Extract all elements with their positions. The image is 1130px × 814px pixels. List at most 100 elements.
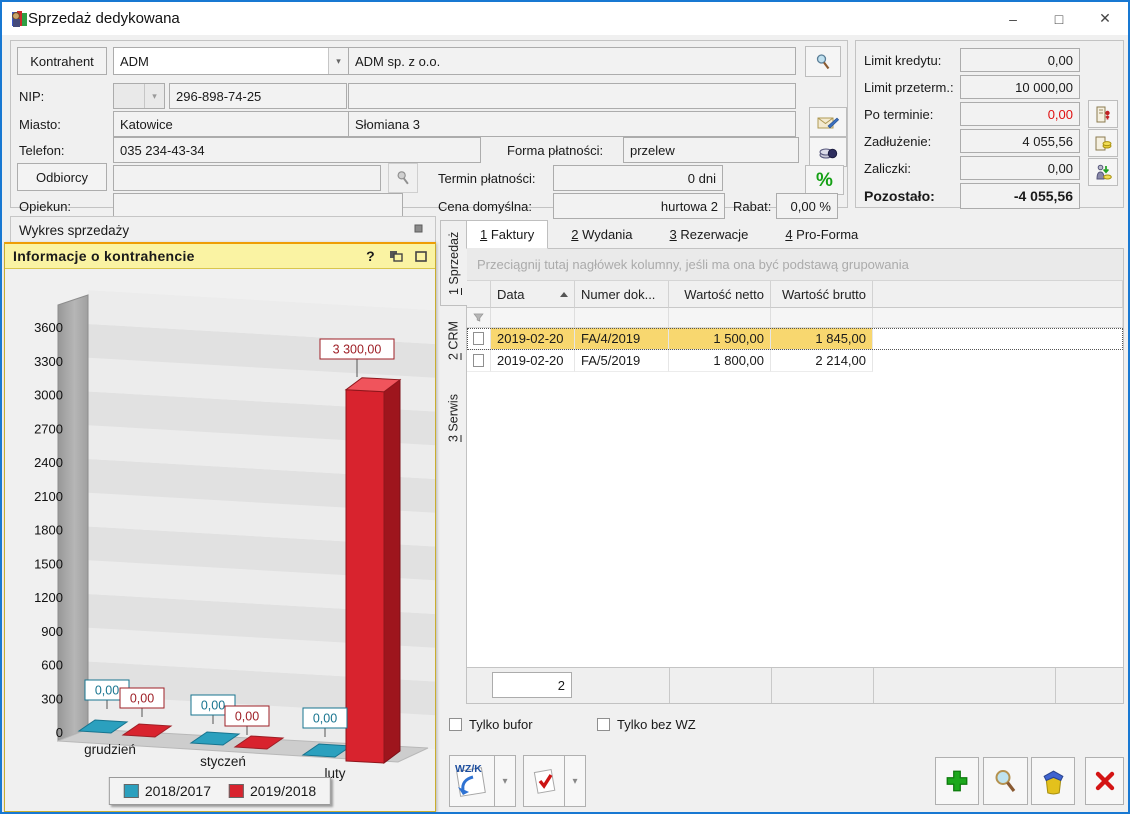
app-icon (11, 10, 30, 28)
header-checkbox-column[interactable] (467, 281, 491, 308)
maximize-icon[interactable]: □ (1036, 2, 1082, 35)
svg-text:2400: 2400 (34, 455, 63, 470)
wzk-arrow-icon (456, 775, 476, 797)
telefon-label: Telefon: (19, 143, 65, 158)
miasto-label: Miasto: (19, 117, 61, 132)
forma-platnosci-field[interactable]: przelew (623, 137, 799, 163)
odbiorcy-lookup-button[interactable] (388, 163, 418, 193)
pozostalo-value: -4 055,56 (960, 183, 1080, 209)
info-window-titlebar[interactable]: Informacje o kontrahencie ? (5, 244, 435, 269)
kontrahent-code-combo[interactable]: ADM ▾ (113, 47, 349, 75)
miasto-field[interactable]: Katowice (113, 111, 349, 137)
svg-text:3 300,00: 3 300,00 (333, 343, 382, 357)
close-icon[interactable]: ✕ (1082, 2, 1128, 35)
header-data[interactable]: Data (491, 281, 575, 308)
add-button[interactable] (935, 757, 979, 805)
zadluzenie-label: Zadłużenie: (864, 134, 931, 149)
tab-rezerwacje[interactable]: 3 Rezerwacje (656, 220, 763, 249)
kontrahent-name-field[interactable]: ADM sp. z o.o. (348, 47, 796, 75)
check-dropdown-button[interactable]: ▾ (564, 755, 586, 807)
termin-platnosci-label: Termin płatności: (438, 171, 536, 186)
nip-type-combo[interactable]: ▾ (113, 83, 165, 109)
close-x-icon (1093, 769, 1117, 793)
wzk-dropdown-button[interactable]: ▾ (494, 755, 516, 807)
svg-text:1800: 1800 (34, 523, 63, 538)
termin-platnosci-field[interactable]: 0 dni (553, 165, 723, 191)
svg-text:grudzień: grudzień (84, 742, 136, 757)
odbiorcy-field[interactable] (113, 165, 381, 191)
limit-przeterm-value: 10 000,00 (960, 75, 1080, 99)
svg-text:3000: 3000 (34, 388, 63, 403)
wykres-panel-title: Wykres sprzedaży (19, 223, 129, 238)
po-terminie-value: 0,00 (960, 102, 1080, 126)
zaliczki-value: 0,00 (960, 156, 1080, 180)
tab-crm[interactable]: 2 CRM (440, 314, 467, 368)
row-count-summary: 2 (492, 672, 572, 698)
open-details-button[interactable] (983, 757, 1028, 805)
header-numer[interactable]: Numer dok... (575, 281, 669, 308)
svg-text:900: 900 (41, 624, 63, 639)
help-icon[interactable]: ? (366, 248, 375, 264)
adres-field[interactable]: Słomiana 3 (348, 111, 796, 137)
minimize-icon[interactable]: – (990, 2, 1036, 35)
chevron-down-icon: ▾ (502, 776, 507, 787)
cena-domyslna-field[interactable]: hurtowa 2 (553, 193, 725, 219)
tab-serwis[interactable]: 3 Serwis (440, 382, 467, 454)
svg-text:600: 600 (41, 658, 63, 673)
maximize-icon[interactable] (415, 251, 427, 262)
tylko-bufor-checkbox[interactable] (449, 718, 462, 731)
titlebar: Sprzedaż dedykowana – □ ✕ (2, 2, 1128, 35)
delete-button[interactable] (1031, 757, 1075, 805)
info-window-title: Informacje o kontrahencie (13, 248, 195, 264)
header-brutto[interactable]: Wartość brutto (771, 281, 873, 308)
svg-text:0: 0 (56, 725, 63, 740)
odbiorcy-button[interactable]: Odbiorcy (17, 163, 107, 191)
funnel-icon (473, 313, 484, 322)
coins-icon (818, 144, 838, 160)
tab-faktury[interactable]: 1 Faktury (466, 220, 548, 249)
send-address-button[interactable] (809, 107, 847, 137)
forma-platnosci-label: Forma płatności: (507, 143, 603, 158)
tylko-bufor-filter[interactable]: Tylko bufor (449, 717, 533, 732)
opiekun-label: Opiekun: (19, 199, 71, 214)
check-document-button[interactable] (523, 755, 565, 807)
svg-text:3600: 3600 (34, 320, 63, 335)
chart-legend: 2018/2017 2019/2018 (109, 777, 331, 805)
restore-icon[interactable] (389, 250, 403, 262)
tylko-bez-wz-checkbox[interactable] (597, 718, 610, 731)
grid-header: Data Numer dok... Wartość netto Wartość … (467, 281, 1123, 308)
tylko-bez-wz-filter[interactable]: Tylko bez WZ (597, 717, 696, 732)
row-checkbox[interactable] (473, 354, 484, 367)
advances-button[interactable] (1088, 158, 1118, 186)
group-by-hint[interactable]: Przeciągnij tutaj nagłówek kolumny, jeśl… (467, 249, 1123, 281)
nip-field[interactable]: 296-898-74-25 (169, 83, 347, 109)
payments-list-button[interactable] (1088, 100, 1118, 128)
tab-pro-forma[interactable]: 4 Pro-Forma (771, 220, 872, 249)
telefon-field[interactable]: 035 234-43-34 (113, 137, 481, 163)
table-row[interactable]: 2019-02-20 FA/4/2019 1 500,00 1 845,00 (467, 328, 1123, 350)
debt-details-button[interactable] (1088, 129, 1118, 157)
legend-item: 2019/2018 (229, 783, 316, 799)
pin-icon[interactable] (414, 224, 423, 233)
filter-cell[interactable] (467, 308, 491, 328)
filter-row (467, 308, 1123, 328)
tab-wydania[interactable]: 2 Wydania (557, 220, 646, 249)
percent-icon: % (816, 171, 833, 190)
rabat-field[interactable]: 0,00 % (776, 193, 838, 219)
close-button[interactable] (1085, 757, 1124, 805)
kontrahent-name2-field[interactable] (348, 83, 796, 109)
chevron-down-icon[interactable]: ▾ (328, 48, 348, 74)
discount-button[interactable]: % (805, 165, 844, 195)
kontrahent-button[interactable]: Kontrahent (17, 47, 107, 75)
payment-form-button[interactable] (809, 137, 847, 167)
header-netto[interactable]: Wartość netto (669, 281, 771, 308)
row-checkbox[interactable] (473, 332, 484, 345)
sales-bar-chart: 0300600900120015001800210024002700300033… (5, 269, 435, 814)
table-row[interactable]: 2019-02-20 FA/5/2019 1 800,00 2 214,00 (467, 350, 1123, 372)
tab-sprzedaz[interactable]: 1 Sprzedaż (440, 220, 467, 306)
plus-icon (944, 768, 970, 794)
kontrahent-lookup-button[interactable] (805, 46, 841, 77)
envelope-pen-icon (817, 114, 839, 130)
limits-group: Limit kredytu: 0,00 Limit przeterm.: 10 … (855, 40, 1124, 208)
wzk-button[interactable]: WZ/K (449, 755, 495, 807)
